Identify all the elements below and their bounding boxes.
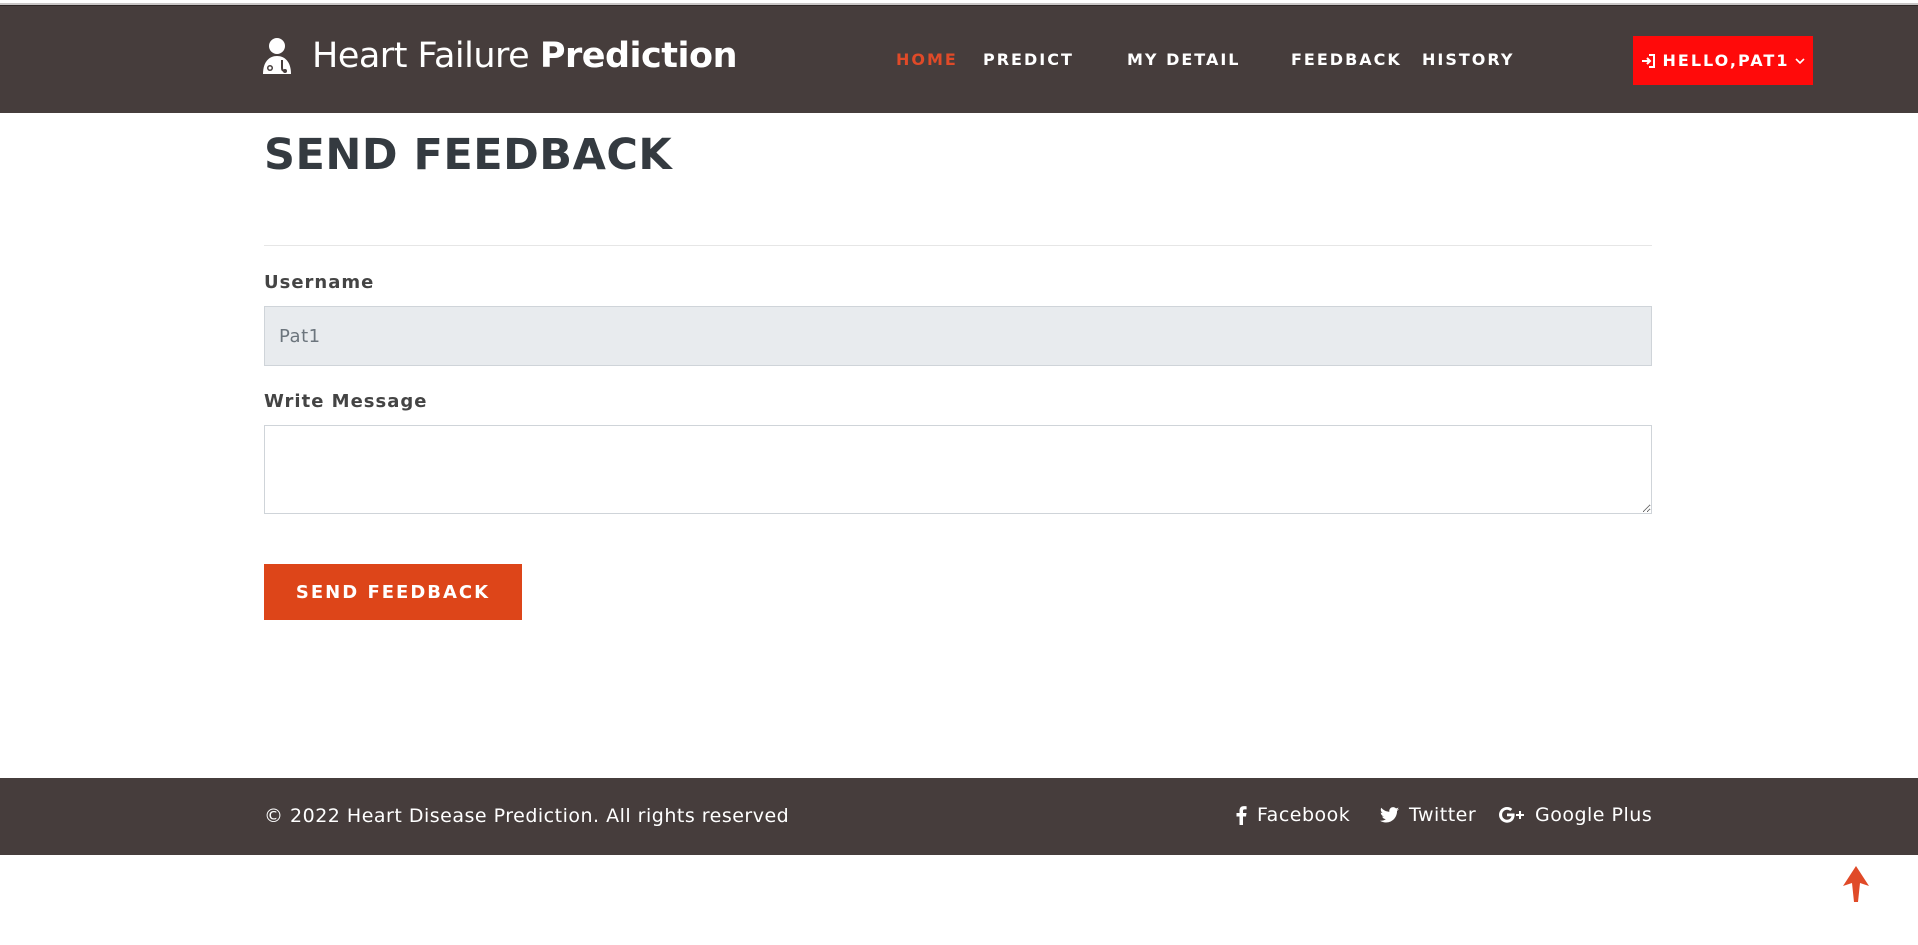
google-plus-link[interactable]: Google Plus — [1499, 804, 1652, 826]
brand-logo[interactable]: Heart Failure Prediction — [260, 36, 737, 76]
facebook-label: Facebook — [1257, 804, 1351, 826]
message-label: Write Message — [264, 391, 428, 412]
copyright-text: © 2022 Heart Disease Prediction. All rig… — [264, 805, 790, 827]
google-plus-label: Google Plus — [1535, 804, 1653, 826]
brand-name: Heart Failure Prediction — [312, 36, 737, 76]
login-icon — [1641, 53, 1655, 68]
twitter-label: Twitter — [1409, 804, 1477, 826]
page-title: SEND FEEDBACK — [264, 130, 673, 180]
section-divider — [264, 245, 1652, 246]
chevron-down-icon — [1795, 57, 1806, 64]
username-label: Username — [264, 272, 375, 293]
doctor-icon — [263, 38, 291, 74]
arrow-up-icon[interactable] — [1843, 866, 1869, 902]
username-field[interactable] — [264, 306, 1652, 366]
send-feedback-button[interactable]: SEND FEEDBACK — [264, 564, 522, 620]
twitter-link[interactable]: Twitter — [1380, 804, 1476, 826]
message-textarea[interactable] — [264, 425, 1652, 514]
site-footer: © 2022 Heart Disease Prediction. All rig… — [0, 778, 1918, 855]
brand-light: Heart Failure — [312, 36, 530, 76]
user-menu-label: HELLO,PAT1 — [1662, 51, 1790, 70]
nav-my-detail[interactable]: MY DETAIL — [1127, 50, 1241, 69]
nav-history[interactable]: HISTORY — [1422, 50, 1514, 69]
nav-home[interactable]: HOME — [896, 50, 958, 69]
google-plus-icon — [1499, 807, 1524, 823]
brand-bold: Prediction — [539, 36, 738, 76]
site-header: Heart Failure Prediction HOME PREDICT MY… — [0, 5, 1918, 113]
nav-feedback[interactable]: FEEDBACK — [1291, 50, 1402, 69]
twitter-icon — [1380, 807, 1399, 823]
facebook-icon — [1236, 805, 1247, 825]
user-menu-button[interactable]: HELLO,PAT1 — [1633, 36, 1813, 85]
facebook-link[interactable]: Facebook — [1236, 804, 1350, 826]
nav-predict[interactable]: PREDICT — [983, 50, 1074, 69]
